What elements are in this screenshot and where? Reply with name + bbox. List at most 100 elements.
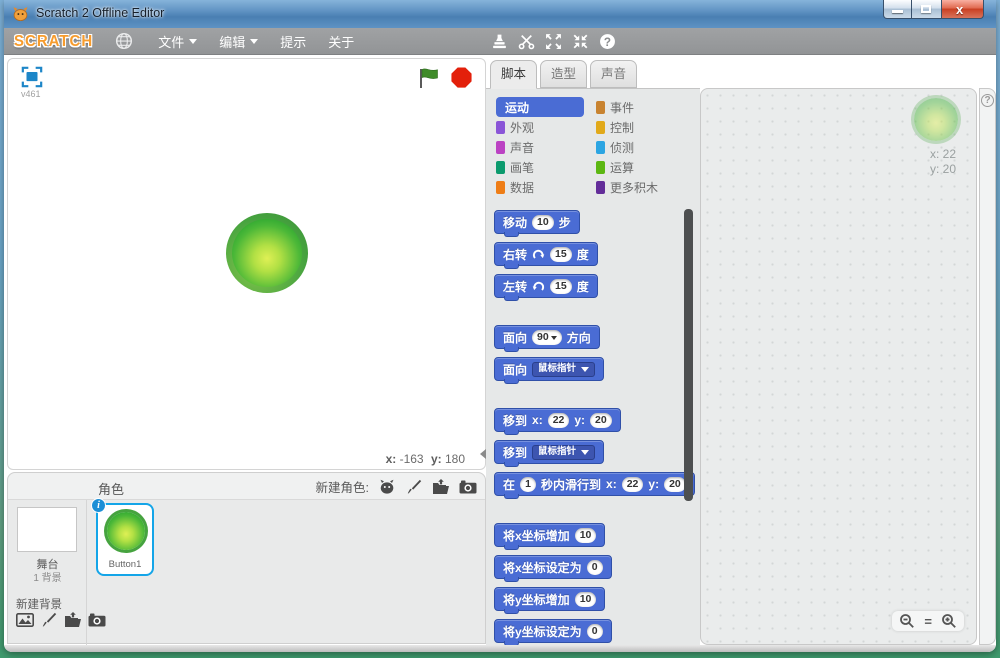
upload-folder-icon[interactable] xyxy=(64,612,82,628)
palette-scrollbar[interactable] xyxy=(684,209,693,501)
tab-sounds[interactable]: 声音 xyxy=(590,60,638,88)
category-control[interactable]: 控制 xyxy=(596,117,692,137)
category-color-swatch xyxy=(596,180,605,194)
number-input[interactable]: 0 xyxy=(586,623,603,639)
category-motion[interactable]: 运动 xyxy=(496,97,584,117)
stage-panel: v461 x: -163 y: 180 xyxy=(7,58,486,470)
camera-icon[interactable] xyxy=(88,612,106,628)
category-pen[interactable]: 画笔 xyxy=(496,157,596,177)
sprite-thumbnail-button1[interactable]: i Button1 xyxy=(91,498,154,576)
block-goto-xy[interactable]: 移到 x: 22 y: 20 xyxy=(494,408,621,435)
turn-cw-icon xyxy=(532,249,545,259)
number-input[interactable]: 10 xyxy=(574,527,597,543)
grow-sprite-icon[interactable] xyxy=(545,33,562,50)
camera-icon[interactable] xyxy=(459,479,477,495)
block-set-x[interactable]: 将x坐标设定为 0 xyxy=(494,555,612,582)
sprite-library-icon[interactable] xyxy=(378,479,396,495)
palette-blocks: 移动 10 步右转 15 度左转 15 度面向 90 方向 面向 鼠标指针 移到 x: 22 y: 20 移到鼠… xyxy=(494,210,700,645)
number-input[interactable]: 0 xyxy=(586,559,603,575)
menu-item-tips[interactable]: 提示 xyxy=(269,28,317,55)
help-icon[interactable]: ? xyxy=(981,94,994,107)
version-label: v461 xyxy=(21,89,41,99)
number-input[interactable]: 22 xyxy=(621,476,644,492)
menu-items: 文件 编辑 提示 关于 xyxy=(147,28,365,55)
upload-folder-icon[interactable] xyxy=(432,478,450,495)
mouse-x-value: -163 xyxy=(399,452,424,466)
zoom-in-icon[interactable] xyxy=(941,613,957,629)
green-flag-icon[interactable] xyxy=(417,66,441,90)
block-move-steps[interactable]: 移动 10 步 xyxy=(494,210,580,237)
block-turn-left[interactable]: 左转 15 度 xyxy=(494,274,598,301)
dropdown-select[interactable]: 鼠标指针 xyxy=(532,444,596,460)
sprites-header: 角色 新建角色: xyxy=(8,473,485,500)
mouse-coordinates: x: -163 y: 180 xyxy=(385,452,465,466)
category-sensing[interactable]: 侦测 xyxy=(596,137,692,157)
number-input[interactable]: 15 xyxy=(550,246,572,262)
category-color-swatch xyxy=(496,140,505,154)
category-sound[interactable]: 声音 xyxy=(496,137,596,157)
new-sprite-label: 新建角色: xyxy=(315,481,369,495)
block-point-direction[interactable]: 面向 90 方向 xyxy=(494,325,600,352)
maximize-button[interactable] xyxy=(912,0,941,19)
chevron-down-icon xyxy=(250,38,259,44)
paintbrush-icon[interactable] xyxy=(40,612,58,628)
fullscreen-icon[interactable] xyxy=(20,66,44,88)
block-turn-right[interactable]: 右转 15 度 xyxy=(494,242,598,269)
number-input[interactable]: 1 xyxy=(520,476,537,492)
blocks-palette: 运动 外观 声音 画笔 数据 事件 控制 侦测 运算 更多积木 移动 10 步右转 15 度左转 15 度面向… xyxy=(486,88,700,645)
category-data[interactable]: 数据 xyxy=(496,177,596,197)
paintbrush-icon[interactable] xyxy=(405,479,423,495)
stop-sign-icon[interactable] xyxy=(450,66,473,89)
number-input[interactable]: 22 xyxy=(547,412,570,428)
number-input[interactable]: 10 xyxy=(574,591,597,607)
block-point-towards[interactable]: 面向 鼠标指针 xyxy=(494,357,605,384)
menu-item-about[interactable]: 关于 xyxy=(317,28,365,55)
block-help-icon[interactable]: ? xyxy=(599,33,616,50)
sprite-coordinates: x: 22 y: 20 xyxy=(930,147,956,177)
number-dropdown[interactable]: 90 xyxy=(532,329,562,345)
close-button[interactable]: x xyxy=(941,0,984,19)
category-events[interactable]: 事件 xyxy=(596,97,692,117)
block-set-y[interactable]: 将y坐标设定为 0 xyxy=(494,619,612,645)
zoom-reset-button[interactable]: = xyxy=(924,614,932,629)
language-globe-icon[interactable] xyxy=(115,32,133,50)
category-color-swatch xyxy=(596,140,605,154)
sprite-y-coord: y: 20 xyxy=(929,162,956,176)
window-title: Scratch 2 Offline Editor xyxy=(36,6,165,20)
category-operators[interactable]: 运算 xyxy=(596,157,692,177)
script-area[interactable]: x: 22 y: 20 = xyxy=(700,88,977,645)
menu-bar: SCRATCH 文件 编辑 提示 关于 ? xyxy=(4,28,996,55)
dropdown-select[interactable]: 鼠标指针 xyxy=(532,361,596,377)
block-glide-to-xy[interactable]: 在 1 秒内滑行到 x: 22 y: 20 xyxy=(494,472,695,499)
scissors-delete-icon[interactable] xyxy=(518,33,535,50)
category-more-blocks[interactable]: 更多积木 xyxy=(596,177,692,197)
minimize-button[interactable] xyxy=(883,0,912,19)
tab-costumes[interactable]: 造型 xyxy=(540,60,588,88)
tab-scripts[interactable]: 脚本 xyxy=(490,60,538,89)
sprites-panel: 角色 新建角色: 舞台 1 背景 新建背景 i Button1 xyxy=(7,472,486,645)
sprite-info-badge[interactable]: i xyxy=(91,498,106,513)
help-strip: ? xyxy=(979,88,996,645)
menu-item-edit[interactable]: 编辑 xyxy=(208,28,269,55)
stage-thumbnail[interactable] xyxy=(17,507,77,552)
category-looks[interactable]: 外观 xyxy=(496,117,596,137)
category-color-swatch xyxy=(596,120,605,134)
stamp-duplicate-icon[interactable] xyxy=(491,33,508,50)
block-change-x[interactable]: 将x坐标增加 10 xyxy=(494,523,606,550)
number-input[interactable]: 20 xyxy=(664,476,686,492)
number-input[interactable]: 20 xyxy=(590,412,612,428)
stage-sprite-button[interactable] xyxy=(226,213,308,293)
shrink-sprite-icon[interactable] xyxy=(572,33,589,50)
backdrop-library-icon[interactable] xyxy=(16,612,34,628)
sprite-x-coord: x: 22 xyxy=(929,147,956,161)
zoom-out-icon[interactable] xyxy=(899,613,915,629)
scratch-logo[interactable]: SCRATCH xyxy=(14,32,93,50)
sprite-name: Button1 xyxy=(108,559,142,570)
number-input[interactable]: 15 xyxy=(550,278,572,294)
block-goto-mouse[interactable]: 移到 鼠标指针 xyxy=(494,440,605,467)
chevron-down-icon xyxy=(581,449,590,455)
menu-item-file[interactable]: 文件 xyxy=(147,28,208,55)
block-change-y[interactable]: 将y坐标增加 10 xyxy=(494,587,606,614)
chevron-down-icon xyxy=(189,38,198,44)
number-input[interactable]: 10 xyxy=(532,214,554,230)
